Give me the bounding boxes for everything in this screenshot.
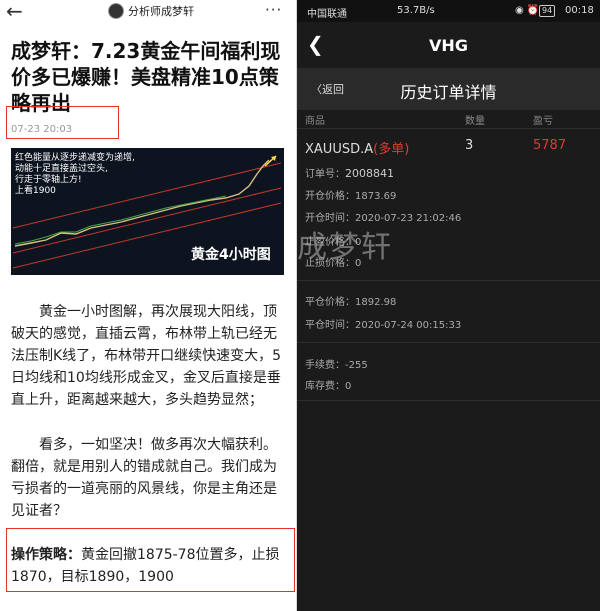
- carrier-label: 中国联通: [307, 9, 347, 20]
- article-title: 成梦轩：7.23黄金午间福利现价多已爆赚！美盘精准10点策略再出: [11, 39, 281, 115]
- detail-storage: 库存费：0: [305, 377, 351, 392]
- detail-take-profit: 止盈价格：0: [305, 233, 361, 248]
- order-qty: 3: [465, 138, 474, 153]
- close-price-value: 1892.98: [355, 297, 397, 308]
- open-price-value: 1873.69: [355, 191, 397, 202]
- order-profit: 5787: [533, 138, 567, 153]
- detail-order-no: 订单号：2008841: [305, 165, 394, 180]
- sl-value: 0: [355, 258, 362, 269]
- gold-chart-image: 红色能量从逐步递减变为递增, 动能十足直接盖过空头, 行走于零轴上方! 上看19…: [11, 148, 284, 275]
- battery-icon: 94: [539, 5, 556, 17]
- close-price-label: 平仓价格：: [305, 297, 355, 308]
- column-qty: 数量: [465, 116, 485, 127]
- paragraph-1-text: 黄金一小时图解，再次展现大阳线，顶破天的感觉，直插云霄，布林带上轨已经无法压制K…: [11, 304, 282, 408]
- order-no-value: 2008841: [345, 167, 394, 180]
- open-price-label: 开仓价格：: [305, 191, 355, 202]
- chart-caption: 黄金4小时图: [191, 247, 271, 263]
- author-name: 分析师成梦轩: [128, 5, 194, 18]
- storage-label: 库存费：: [305, 381, 345, 392]
- close-time-label: 平仓时间：: [305, 320, 355, 331]
- status-time: 00:18: [565, 5, 594, 16]
- close-time-value: 2020-07-24 00:15:33: [355, 320, 462, 331]
- chart-note: 红色能量从逐步递减变为递增, 动能十足直接盖过空头, 行走于零轴上方! 上看19…: [15, 153, 135, 196]
- tp-value: 0: [355, 237, 362, 248]
- sl-label: 止损价格：: [305, 258, 355, 269]
- detail-close-price: 平仓价格：1892.98: [305, 293, 396, 308]
- detail-open-price: 开仓价格：1873.69: [305, 187, 396, 202]
- avatar: [108, 3, 124, 19]
- back-arrow-icon[interactable]: ←: [6, 0, 23, 22]
- divider-line: [297, 280, 600, 281]
- paragraph-1: 黄金一小时图解，再次展现大阳线，顶破天的感觉，直插云霄，布林带上轨已经无法压制K…: [11, 301, 289, 411]
- app-bar: ❮ VHG: [297, 22, 600, 68]
- status-icons: ◉ ⏰: [515, 5, 540, 16]
- symbol-text: XAUUSD.A: [305, 142, 374, 157]
- article-date: 07-23 20:03: [11, 124, 73, 135]
- network-speed: 53.7B/s: [397, 5, 435, 16]
- article-top-bar: ← 分析师成梦轩 ···: [0, 0, 296, 24]
- column-product: 商品: [305, 116, 325, 127]
- more-dots-icon[interactable]: ···: [265, 1, 282, 19]
- order-panel: 中国联通 53.7B/s ◉ ⏰ 94 00:18 ❮ VHG 〈返回 历史订单…: [297, 0, 600, 611]
- divider-line: [297, 128, 600, 129]
- detail-fee: 手续费：-255: [305, 356, 368, 371]
- tp-label: 止盈价格：: [305, 237, 355, 248]
- article-panel: ← 分析师成梦轩 ··· 成梦轩：7.23黄金午间福利现价多已爆赚！美盘精准10…: [0, 0, 296, 611]
- storage-value: 0: [345, 381, 352, 392]
- author-chip[interactable]: 分析师成梦轩: [108, 3, 194, 19]
- strategy-label: 操作策略：: [11, 547, 81, 563]
- direction-text: (多单): [373, 142, 410, 157]
- order-symbol[interactable]: XAUUSD.A(多单): [305, 138, 409, 157]
- detail-stop-loss: 止损价格：0: [305, 254, 361, 269]
- order-no-label: 订单号：: [305, 169, 345, 180]
- column-profit: 盈亏: [533, 116, 553, 127]
- status-bar: 中国联通 53.7B/s ◉ ⏰ 94 00:18: [297, 0, 600, 22]
- paragraph-2: 看多，一如坚决！做多再次大幅获利。翻倍，就是用别人的错成就自己。我们成为亏损者的…: [11, 434, 289, 522]
- fee-label: 手续费：: [305, 360, 345, 371]
- divider-line: [297, 342, 600, 343]
- strategy-paragraph: 操作策略：黄金回撤1875-78位置多，止损1870，目标1890，1900: [11, 544, 289, 588]
- fee-value: -255: [345, 360, 368, 371]
- sub-header: 〈返回 历史订单详情: [297, 68, 600, 110]
- app-title: VHG: [429, 36, 468, 55]
- detail-close-time: 平仓时间：2020-07-24 00:15:33: [305, 316, 461, 331]
- divider-line: [297, 400, 600, 401]
- paragraph-2-text: 看多，一如坚决！做多再次大幅获利。翻倍，就是用别人的错成就自己。我们成为亏损者的…: [11, 437, 277, 519]
- sub-title: 历史订单详情: [400, 83, 497, 102]
